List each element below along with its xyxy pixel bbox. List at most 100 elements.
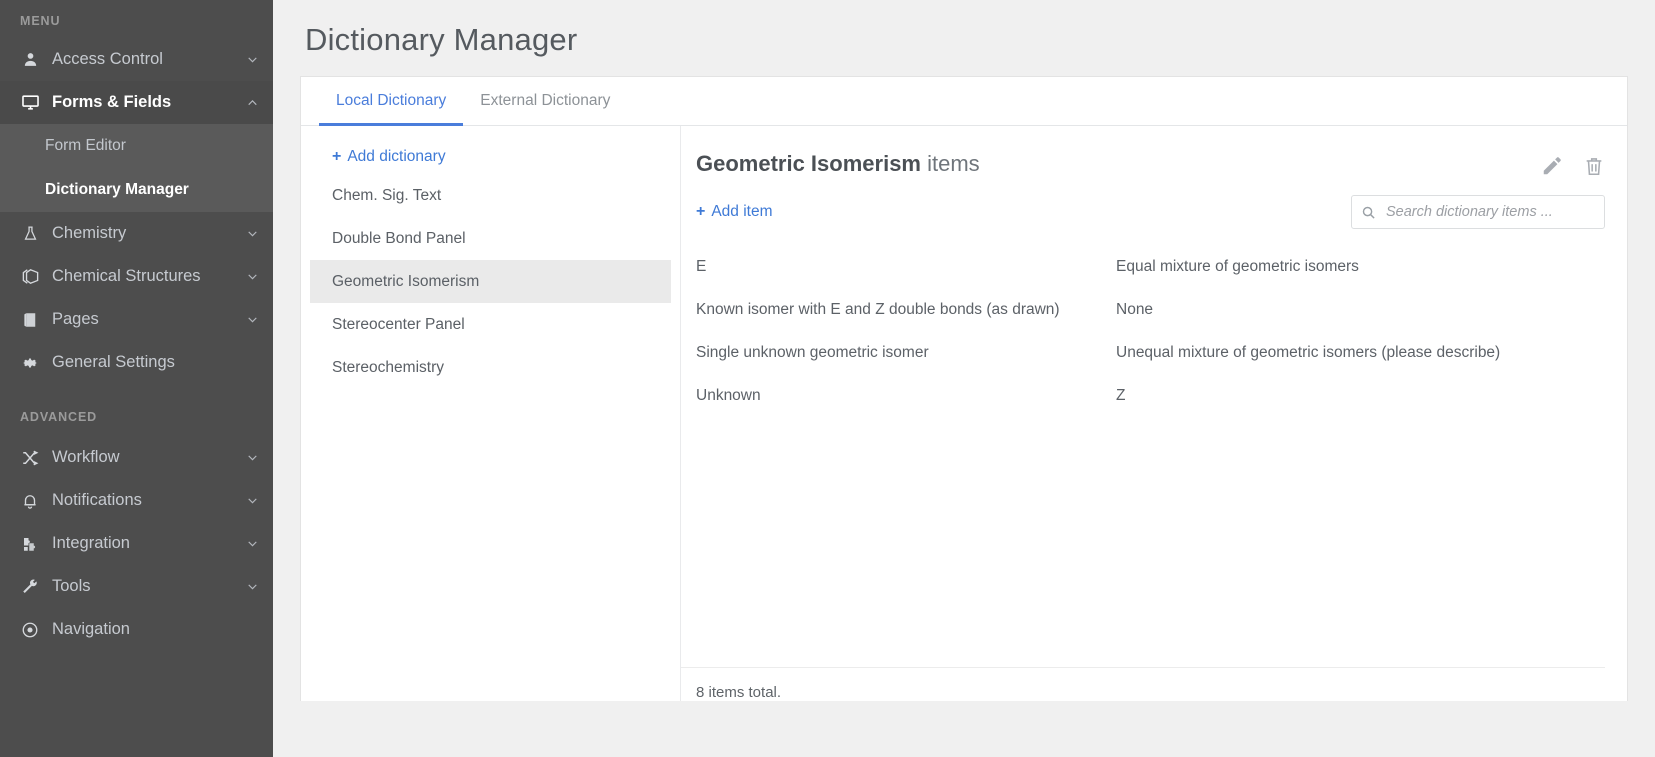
sidebar-item-workflow[interactable]: Workflow <box>0 436 273 479</box>
sidebar-item-navigation[interactable]: Navigation <box>0 608 273 651</box>
sidebar-subitem-label: Form Editor <box>45 137 126 154</box>
tab-local-dictionary[interactable]: Local Dictionary <box>319 77 464 126</box>
item-cell-left: Unknown <box>696 386 761 404</box>
card-body: + Add dictionary Chem. Sig. Text Double … <box>301 126 1627 701</box>
sidebar-item-forms-and-fields[interactable]: Forms & Fields <box>0 81 273 124</box>
search-icon <box>1361 205 1376 220</box>
sidebar-item-label: Chemistry <box>52 224 127 242</box>
wrench-icon <box>16 578 44 596</box>
detail-title: Geometric Isomerism items <box>696 151 1541 177</box>
sidebar-item-label: Notifications <box>52 491 142 509</box>
sidebar-item-integration[interactable]: Integration <box>0 522 273 565</box>
main-content: Dictionary Manager Local Dictionary Exte… <box>273 0 1655 757</box>
dictionary-list-item[interactable]: Stereochemistry <box>310 346 671 389</box>
sidebar: MENU Access Control Forms & Fields Form … <box>0 0 273 757</box>
compass-icon <box>16 621 44 639</box>
sidebar-item-label: Navigation <box>52 620 130 638</box>
items-total-label: 8 items total. <box>681 667 1605 701</box>
dictionary-list-item-label: Double Bond Panel <box>332 229 466 247</box>
sidebar-item-label: General Settings <box>52 353 175 371</box>
trash-icon[interactable] <box>1583 155 1605 177</box>
sidebar-item-label: Integration <box>52 534 130 552</box>
sidebar-item-access-control[interactable]: Access Control <box>0 38 273 81</box>
table-row[interactable]: Unknown Z <box>696 374 1605 417</box>
table-row[interactable]: Single unknown geometric isomer Unequal … <box>696 331 1605 374</box>
sidebar-item-notifications[interactable]: Notifications <box>0 479 273 522</box>
dictionary-list-item-selected[interactable]: Geometric Isomerism <box>310 260 671 303</box>
sidebar-item-form-editor[interactable]: Form Editor <box>0 124 273 168</box>
add-dictionary-button[interactable]: + Add dictionary <box>310 140 671 174</box>
tab-label: Local Dictionary <box>336 92 447 109</box>
sidebar-item-chemistry[interactable]: Chemistry <box>0 212 273 255</box>
sidebar-subitem-label: Dictionary Manager <box>45 181 189 198</box>
chevron-down-icon <box>245 451 259 464</box>
dictionary-items-table: E Equal mixture of geometric isomers Kno… <box>681 235 1605 667</box>
dictionary-card: Local Dictionary External Dictionary + A… <box>300 76 1628 701</box>
add-item-label: Add item <box>711 203 773 220</box>
chevron-down-icon <box>245 580 259 593</box>
sidebar-item-dictionary-manager[interactable]: Dictionary Manager <box>0 168 273 212</box>
dictionary-list-item-label: Chem. Sig. Text <box>332 186 442 204</box>
pencil-icon[interactable] <box>1541 155 1563 177</box>
puzzle-icon <box>16 535 44 553</box>
tab-external-dictionary[interactable]: External Dictionary <box>463 77 627 126</box>
table-row[interactable]: E Equal mixture of geometric isomers <box>696 245 1605 288</box>
chevron-up-icon <box>245 96 259 109</box>
bell-icon <box>16 492 44 510</box>
chevron-down-icon <box>245 537 259 550</box>
sidebar-item-label: Workflow <box>52 448 120 466</box>
item-cell-right: Equal mixture of geometric isomers <box>1116 257 1359 275</box>
sidebar-section-advanced-label: ADVANCED <box>20 410 98 424</box>
flask-icon <box>16 225 44 242</box>
item-cell-right: None <box>1116 300 1154 318</box>
chevron-down-icon <box>245 227 259 240</box>
item-cell-right: Unequal mixture of geometric isomers (pl… <box>1116 343 1501 361</box>
dictionary-list-panel: + Add dictionary Chem. Sig. Text Double … <box>301 126 681 701</box>
chevron-down-icon <box>245 270 259 283</box>
monitor-icon <box>16 93 44 112</box>
add-dictionary-label: Add dictionary <box>347 148 446 165</box>
detail-title-suffix: items <box>927 151 980 176</box>
sidebar-item-label: Pages <box>52 310 99 328</box>
tab-bar: Local Dictionary External Dictionary <box>301 77 1627 126</box>
tab-label: External Dictionary <box>480 92 611 109</box>
search-box[interactable] <box>1351 195 1605 229</box>
sidebar-item-label: Tools <box>52 577 91 595</box>
dictionary-list-item[interactable]: Double Bond Panel <box>310 217 671 260</box>
dictionary-list-item[interactable]: Chem. Sig. Text <box>310 174 671 217</box>
dictionary-list-item[interactable]: Stereocenter Panel <box>310 303 671 346</box>
sidebar-item-pages[interactable]: Pages <box>0 298 273 341</box>
dictionary-detail-panel: Geometric Isomerism items + Add item Sea… <box>681 126 1627 701</box>
detail-title-name: Geometric Isomerism <box>696 151 921 176</box>
item-cell-left: Single unknown geometric isomer <box>696 343 929 361</box>
sidebar-section-menu-label: MENU <box>20 14 61 28</box>
sidebar-submenu-forms-and-fields: Form Editor Dictionary Manager <box>0 124 273 212</box>
item-cell-left: Known isomer with E and Z double bonds (… <box>696 300 1060 318</box>
dictionary-list-item-label: Stereocenter Panel <box>332 315 465 333</box>
detail-header-actions <box>1541 151 1605 177</box>
book-icon <box>16 311 44 329</box>
table-row[interactable]: Known isomer with E and Z double bonds (… <box>696 288 1605 331</box>
detail-header: Geometric Isomerism items <box>681 126 1605 177</box>
sidebar-item-general-settings[interactable]: General Settings <box>0 341 273 384</box>
item-cell-left: E <box>696 257 707 275</box>
add-item-button[interactable]: + Add item <box>696 195 773 229</box>
sidebar-item-tools[interactable]: Tools <box>0 565 273 608</box>
sidebar-item-chemical-structures[interactable]: Chemical Structures <box>0 255 273 298</box>
search-input[interactable] <box>1384 203 1595 221</box>
dictionary-list-item-label: Stereochemistry <box>332 358 444 376</box>
gear-icon <box>16 354 44 372</box>
chevron-down-icon <box>245 313 259 326</box>
page-title: Dictionary Manager <box>305 22 578 57</box>
dictionary-list-item-label: Geometric Isomerism <box>332 272 480 290</box>
plus-icon: + <box>332 148 342 165</box>
chevron-down-icon <box>245 494 259 507</box>
chevron-down-icon <box>245 53 259 66</box>
sidebar-item-label: Forms & Fields <box>52 93 172 111</box>
hexagon-icon <box>16 267 44 286</box>
shuffle-icon <box>16 449 44 467</box>
user-icon <box>16 51 44 68</box>
detail-toolbar: + Add item <box>681 177 1605 235</box>
sidebar-item-label: Access Control <box>52 50 163 68</box>
item-cell-right: Z <box>1116 386 1126 404</box>
